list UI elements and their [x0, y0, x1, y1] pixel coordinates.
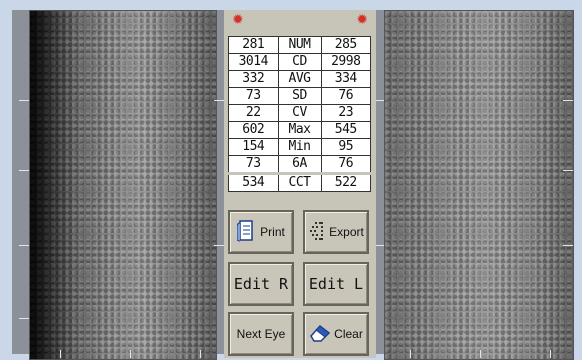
- print-label: Print: [260, 225, 285, 239]
- printer-icon: [236, 219, 257, 246]
- scale-tick: [19, 318, 29, 319]
- right-eye-value: 154: [228, 138, 279, 156]
- stat-label: Min: [277, 138, 322, 156]
- clear-label: Clear: [334, 327, 363, 341]
- scale-tick: [410, 350, 411, 358]
- stat-row-cv: 22 CV 23: [228, 104, 371, 122]
- clear-button[interactable]: Clear: [303, 312, 369, 356]
- right-eye-value: 332: [228, 70, 279, 88]
- eraser-icon: [309, 323, 331, 346]
- edit-right-label: Edit R: [233, 275, 289, 293]
- results-panel: ✹ ✹ 281 NUM 285 3014 CD 2998 332 AVG 334…: [224, 10, 376, 358]
- edit-right-button[interactable]: Edit R: [228, 262, 294, 306]
- stat-label: 6A: [277, 155, 322, 174]
- export-button[interactable]: Export: [303, 210, 369, 254]
- right-eye-endothelium-image: [29, 10, 217, 360]
- right-eye-value: 281: [228, 36, 279, 54]
- left-eye-value: 2998: [320, 53, 371, 71]
- scale-tick: [563, 170, 573, 171]
- left-eye-value: 76: [320, 87, 371, 105]
- stat-label: Max: [277, 121, 322, 139]
- scale-tick: [130, 350, 131, 358]
- scale-tick: [19, 245, 29, 246]
- scale-tick: [550, 350, 551, 358]
- scale-tick: [19, 100, 29, 101]
- right-eye-value: 73: [228, 155, 279, 174]
- export-label: Export: [329, 225, 364, 239]
- stat-label: NUM: [277, 36, 322, 54]
- scale-tick: [19, 170, 29, 171]
- left-eye-value: 522: [320, 172, 371, 192]
- stat-row-avg: 332 AVG 334: [228, 70, 371, 88]
- cell-statistics-table: 281 NUM 285 3014 CD 2998 332 AVG 334 73 …: [228, 36, 371, 192]
- scale-tick: [60, 350, 61, 358]
- stat-row-num: 281 NUM 285: [228, 36, 371, 54]
- right-eye-value: 602: [228, 121, 279, 139]
- stat-row-cct: 534 CCT 522: [228, 172, 371, 192]
- right-eye-marker-icon: ✹: [232, 11, 244, 27]
- scale-tick: [214, 100, 224, 101]
- right-eye-value: 3014: [228, 53, 279, 71]
- left-eye-value: 23: [320, 104, 371, 122]
- export-icon: [308, 220, 326, 245]
- left-eye-value: 76: [320, 155, 371, 174]
- right-eye-value: 73: [228, 87, 279, 105]
- left-eye-value: 95: [320, 138, 371, 156]
- stat-row-min: 154 Min 95: [228, 138, 371, 156]
- left-eye-value: 285: [320, 36, 371, 54]
- scale-tick: [200, 350, 201, 358]
- left-eye-marker-icon: ✹: [356, 11, 368, 27]
- stat-row-sd: 73 SD 76: [228, 87, 371, 105]
- stat-label: SD: [277, 87, 322, 105]
- scale-tick: [563, 100, 573, 101]
- stat-row-6a: 73 6A 76: [228, 155, 371, 174]
- next-eye-button[interactable]: Next Eye: [228, 312, 294, 356]
- right-eye-value: 22: [228, 104, 279, 122]
- next-eye-label: Next Eye: [236, 327, 286, 341]
- stat-row-max: 602 Max 545: [228, 121, 371, 139]
- stat-row-cd: 3014 CD 2998: [228, 53, 371, 71]
- stat-label: CV: [277, 104, 322, 122]
- print-button[interactable]: Print: [228, 210, 294, 254]
- scale-tick: [480, 350, 481, 358]
- left-eye-endothelium-image: [384, 10, 574, 360]
- stat-label: AVG: [277, 70, 322, 88]
- edit-left-label: Edit L: [308, 275, 364, 293]
- stat-label: CCT: [277, 172, 322, 192]
- stat-label: CD: [277, 53, 322, 71]
- scale-tick: [214, 245, 224, 246]
- scale-tick: [563, 245, 573, 246]
- left-eye-value: 334: [320, 70, 371, 88]
- edit-left-button[interactable]: Edit L: [303, 262, 369, 306]
- right-eye-value: 534: [228, 172, 279, 192]
- left-eye-value: 545: [320, 121, 371, 139]
